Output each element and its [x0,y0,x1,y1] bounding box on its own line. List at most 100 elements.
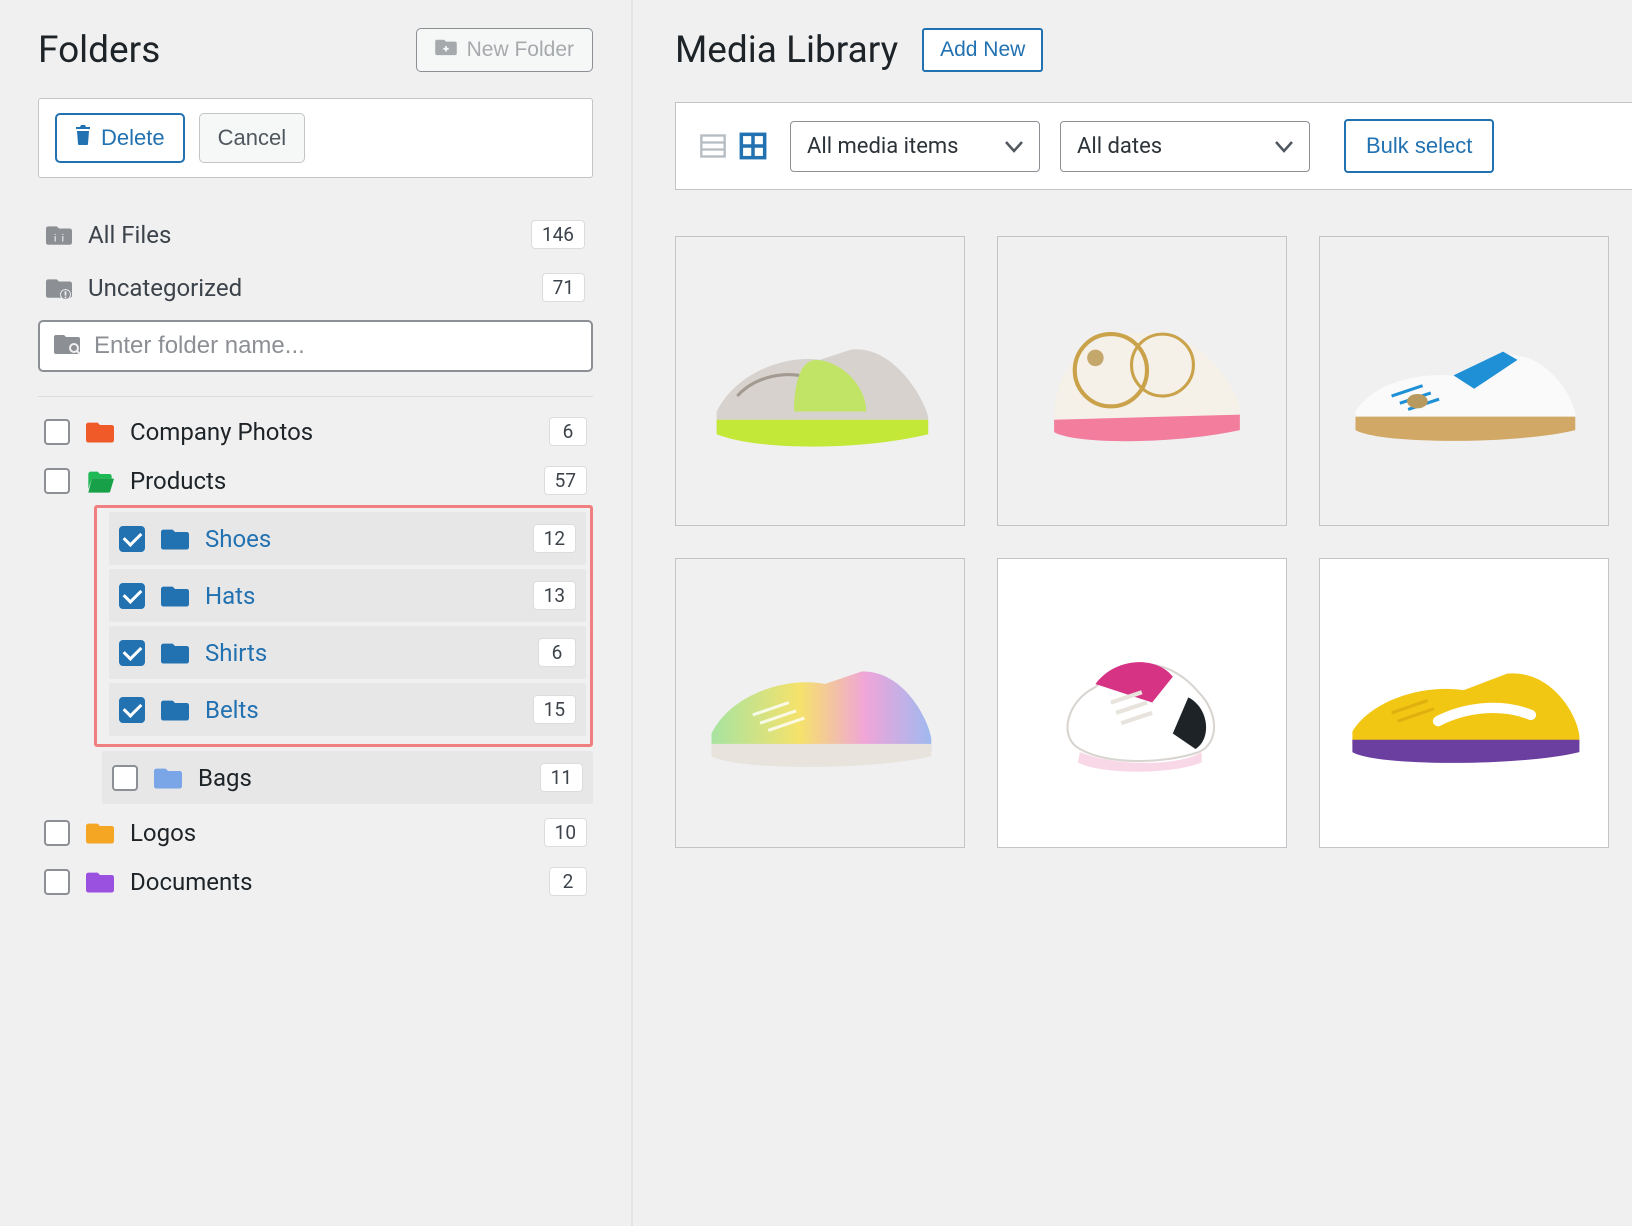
new-folder-button[interactable]: New Folder [416,28,593,72]
list-view-button[interactable] [696,131,730,161]
folder-icon [161,698,189,722]
folder-label: Products [130,467,544,495]
folder-label: Hats [205,582,533,610]
trash-icon [75,125,91,151]
system-folders: All Files 146 Uncategorized 71 [38,208,593,314]
folder-label: Shirts [205,639,538,667]
folder-search-icon [54,333,94,359]
main-header: Media Library Add New [675,28,1632,72]
delete-label: Delete [101,125,165,151]
media-grid [675,236,1632,848]
new-folder-label: New Folder [467,38,574,62]
checkbox-checked[interactable] [119,640,145,666]
checkbox[interactable] [44,468,70,494]
folder-products[interactable]: Products 57 [38,456,593,505]
bulk-select-button[interactable]: Bulk select [1344,119,1494,173]
page-title: Media Library [675,29,898,72]
filter-bar: All media items All dates Bulk select [675,102,1632,190]
folder-shoes[interactable]: Shoes 12 [109,512,586,565]
all-files-item[interactable]: All Files 146 [38,208,593,261]
folder-label: Bags [198,764,540,792]
cancel-button[interactable]: Cancel [199,113,305,163]
sidebar-title: Folders [38,29,160,72]
folder-icon [161,584,189,608]
folder-tree: Company Photos 6 Products 57 Shoes 12 Ha… [38,407,593,906]
sidebar-header: Folders New Folder [38,28,593,72]
shoe-image-icon [1340,620,1588,785]
folders-sidebar: Folders New Folder Delete Cancel All Fil… [0,0,633,1226]
chevron-down-icon [1005,134,1023,159]
shoe-image-icon [696,298,944,463]
folder-plus-icon [435,38,457,62]
folder-icon [161,527,189,551]
chevron-down-icon [1275,134,1293,159]
checkbox[interactable] [44,820,70,846]
media-thumbnail[interactable] [1319,558,1609,848]
all-files-count: 146 [531,220,585,249]
uncategorized-label: Uncategorized [88,274,542,302]
folder-count: 57 [544,466,587,495]
shoe-image-icon [1018,298,1266,463]
folder-warning-icon [46,277,78,299]
delete-button[interactable]: Delete [55,113,185,163]
view-switch [696,131,770,161]
folder-icon [86,821,114,845]
folder-label: Belts [205,696,533,724]
folder-label: Shoes [205,525,533,553]
media-thumbnail[interactable] [675,236,965,526]
folder-count: 11 [540,763,583,792]
folder-icon [86,870,114,894]
folder-logos[interactable]: Logos 10 [38,808,593,857]
uncategorized-count: 71 [542,273,585,302]
date-filter-value: All dates [1077,134,1162,159]
media-thumbnail[interactable] [1319,236,1609,526]
folder-search[interactable] [38,320,593,372]
folder-count: 12 [533,524,576,553]
folder-label: Logos [130,819,544,847]
add-new-button[interactable]: Add New [922,28,1043,72]
folder-count: 6 [538,638,576,667]
folder-icon [86,420,114,444]
uncategorized-item[interactable]: Uncategorized 71 [38,261,593,314]
folder-search-input[interactable] [94,332,577,360]
shoe-image-icon [1018,620,1266,785]
shoe-image-icon [696,620,944,785]
selected-folders-highlight: Shoes 12 Hats 13 Shirts 6 Belts 15 [94,505,593,747]
folder-hats[interactable]: Hats 13 [109,569,586,622]
media-thumbnail[interactable] [675,558,965,848]
date-filter[interactable]: All dates [1060,121,1310,172]
grid-view-button[interactable] [736,131,770,161]
folder-count: 13 [533,581,576,610]
folder-toolbar: Delete Cancel [38,98,593,178]
checkbox-checked[interactable] [119,526,145,552]
folder-count: 6 [549,417,587,446]
folder-open-icon [86,469,114,493]
shoe-image-icon [1340,298,1588,463]
checkbox[interactable] [112,765,138,791]
folder-count: 2 [549,867,587,896]
folder-home-icon [46,224,78,246]
folder-belts[interactable]: Belts 15 [109,683,586,736]
checkbox[interactable] [44,869,70,895]
folder-count: 15 [533,695,576,724]
folder-documents[interactable]: Documents 2 [38,857,593,906]
media-library: Media Library Add New All media items Al… [633,0,1632,1226]
folder-label: Documents [130,868,549,896]
folder-icon [161,641,189,665]
cancel-label: Cancel [218,125,286,151]
all-files-label: All Files [88,221,531,249]
folder-company-photos[interactable]: Company Photos 6 [38,407,593,456]
folder-shirts[interactable]: Shirts 6 [109,626,586,679]
checkbox-checked[interactable] [119,697,145,723]
folder-icon [154,766,182,790]
folder-bags[interactable]: Bags 11 [102,751,593,804]
folder-count: 10 [544,818,587,847]
checkbox[interactable] [44,419,70,445]
media-type-filter[interactable]: All media items [790,121,1040,172]
media-thumbnail[interactable] [997,558,1287,848]
checkbox-checked[interactable] [119,583,145,609]
divider [38,396,593,397]
folder-label: Company Photos [130,418,549,446]
media-thumbnail[interactable] [997,236,1287,526]
media-type-value: All media items [807,134,959,159]
